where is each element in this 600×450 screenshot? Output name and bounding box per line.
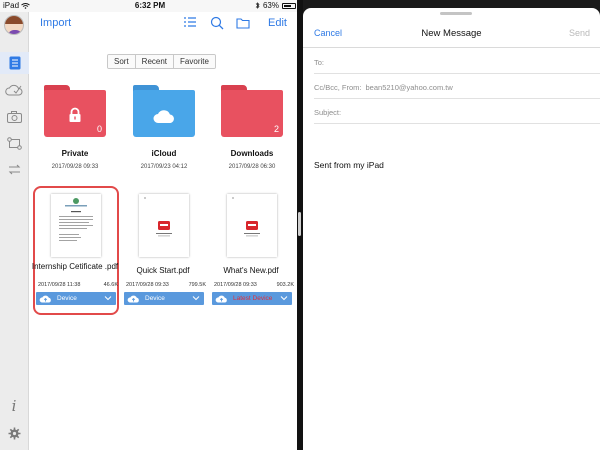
file-location-dropdown[interactable]: Device <box>124 292 204 305</box>
sidebar-item-settings[interactable] <box>5 425 23 441</box>
cloud-upload-icon <box>39 295 51 303</box>
send-button[interactable]: Send <box>569 28 590 38</box>
status-right: 63% <box>255 1 296 10</box>
compose-pane: Cancel New Message Send To: Cc/Bcc, From… <box>303 8 600 450</box>
divider-handle[interactable] <box>298 212 301 236</box>
folder-private[interactable]: 0 <box>44 85 106 137</box>
sort-segmented-control: Sort Recent Favorite <box>107 54 216 69</box>
from-value: bean5210@yahoo.com.tw <box>365 83 453 92</box>
file-thumbnail-whatsnew[interactable] <box>227 194 277 257</box>
documents-toolbar: Import Edit <box>29 12 297 38</box>
folder-count: 0 <box>96 124 102 134</box>
file-date: 2017/09/28 09:33 <box>214 282 257 288</box>
edit-button[interactable]: Edit <box>268 17 287 29</box>
folder-count: 2 <box>273 124 279 134</box>
to-field[interactable]: To: <box>314 49 600 74</box>
file-location-label: Latest Device <box>233 295 273 302</box>
import-button[interactable]: Import <box>40 17 71 29</box>
camera-icon <box>6 111 22 123</box>
file-date: 2017/09/28 11:38 <box>38 282 81 288</box>
sidebar-item-sync[interactable] <box>5 161 23 177</box>
chevron-down-icon <box>280 296 288 301</box>
folder-date: 2017/09/28 09:33 <box>51 164 99 170</box>
file-location-label: Device <box>57 295 77 302</box>
chevron-down-icon <box>104 296 112 301</box>
file-meta: 2017/09/28 09:33 799.5K <box>126 282 206 288</box>
documents-icon <box>9 56 20 70</box>
file-name: Quick Start.pdf <box>136 266 190 275</box>
sheet-grabber[interactable] <box>440 12 472 15</box>
folder-icon[interactable] <box>236 16 250 30</box>
file-thumbnail-quickstart[interactable] <box>139 194 189 257</box>
file-location-dropdown[interactable]: Latest Device <box>212 292 292 305</box>
compose-header: Cancel New Message Send <box>303 18 600 48</box>
cc-from-label: Cc/Bcc, From: <box>314 83 362 92</box>
file-location-dropdown[interactable]: Device <box>36 292 116 305</box>
file-meta: 2017/09/28 11:38 46.6K <box>38 282 118 288</box>
cloud-upload-icon <box>127 295 139 303</box>
subject-field[interactable]: Subject: <box>314 99 600 124</box>
lock-icon <box>69 107 81 122</box>
folder-date: 2017/09/28 06:30 <box>228 164 276 170</box>
folder-name: Downloads <box>230 149 274 158</box>
folder-downloads[interactable]: 2 <box>221 85 283 137</box>
segment-favorite[interactable]: Favorite <box>174 55 215 68</box>
bluetooth-icon <box>255 2 260 9</box>
file-size: 903.2K <box>276 282 294 288</box>
file-meta: 2017/09/28 09:33 903.2K <box>214 282 294 288</box>
sidebar: i <box>0 12 29 450</box>
cloud-icon <box>153 110 174 123</box>
folder-icloud[interactable] <box>133 85 195 137</box>
sidebar-item-cloud[interactable] <box>5 82 23 98</box>
battery-percent: 63% <box>262 1 279 10</box>
avatar[interactable] <box>4 15 24 35</box>
chevron-down-icon <box>192 296 200 301</box>
split-screen: iPad 6:32 PM 63% i Import Edit Sort Rece… <box>0 0 600 450</box>
battery-icon <box>282 2 296 9</box>
gear-icon <box>8 427 20 439</box>
folder-name: Private <box>61 149 89 158</box>
compose-title: New Message <box>421 28 482 39</box>
cc-from-field[interactable]: Cc/Bcc, From: bean5210@yahoo.com.tw <box>314 74 600 99</box>
file-date: 2017/09/28 09:33 <box>126 282 169 288</box>
sync-icon <box>8 164 20 174</box>
segment-sort[interactable]: Sort <box>108 55 136 68</box>
folder-date: 2017/09/23 04:12 <box>140 164 188 170</box>
sidebar-item-documents[interactable] <box>0 52 29 74</box>
subject-label: Subject: <box>314 108 342 117</box>
file-location-label: Device <box>145 295 165 302</box>
folder-name: iCloud <box>151 149 177 158</box>
file-size: 799.5K <box>188 282 206 288</box>
search-icon[interactable] <box>210 16 224 30</box>
file-name: Internship Cetificate .pdf <box>31 262 119 271</box>
file-thumbnail-internship[interactable] <box>51 194 101 257</box>
pdf-page-icon <box>144 197 172 237</box>
cloud-upload-icon <box>215 295 227 303</box>
list-view-icon[interactable] <box>183 16 197 30</box>
file-size: 46.6K <box>103 282 118 288</box>
sidebar-item-camera[interactable] <box>5 109 23 125</box>
file-name: What's New.pdf <box>223 266 279 275</box>
message-body[interactable]: Sent from my iPad <box>314 160 384 170</box>
info-icon: i <box>11 397 17 415</box>
sidebar-item-info[interactable]: i <box>5 397 23 415</box>
status-bar: iPad 6:32 PM 63% <box>0 0 300 12</box>
cloud-check-icon <box>5 84 23 96</box>
to-label: To: <box>314 58 325 67</box>
documents-pane: i Import Edit Sort Recent Favorite 0 Pri… <box>0 12 297 450</box>
certificate-page-icon <box>59 198 93 241</box>
pdf-page-icon <box>232 197 260 237</box>
sidebar-item-transfer[interactable] <box>5 135 23 151</box>
transfer-icon <box>6 136 22 150</box>
segment-recent[interactable]: Recent <box>135 55 175 68</box>
